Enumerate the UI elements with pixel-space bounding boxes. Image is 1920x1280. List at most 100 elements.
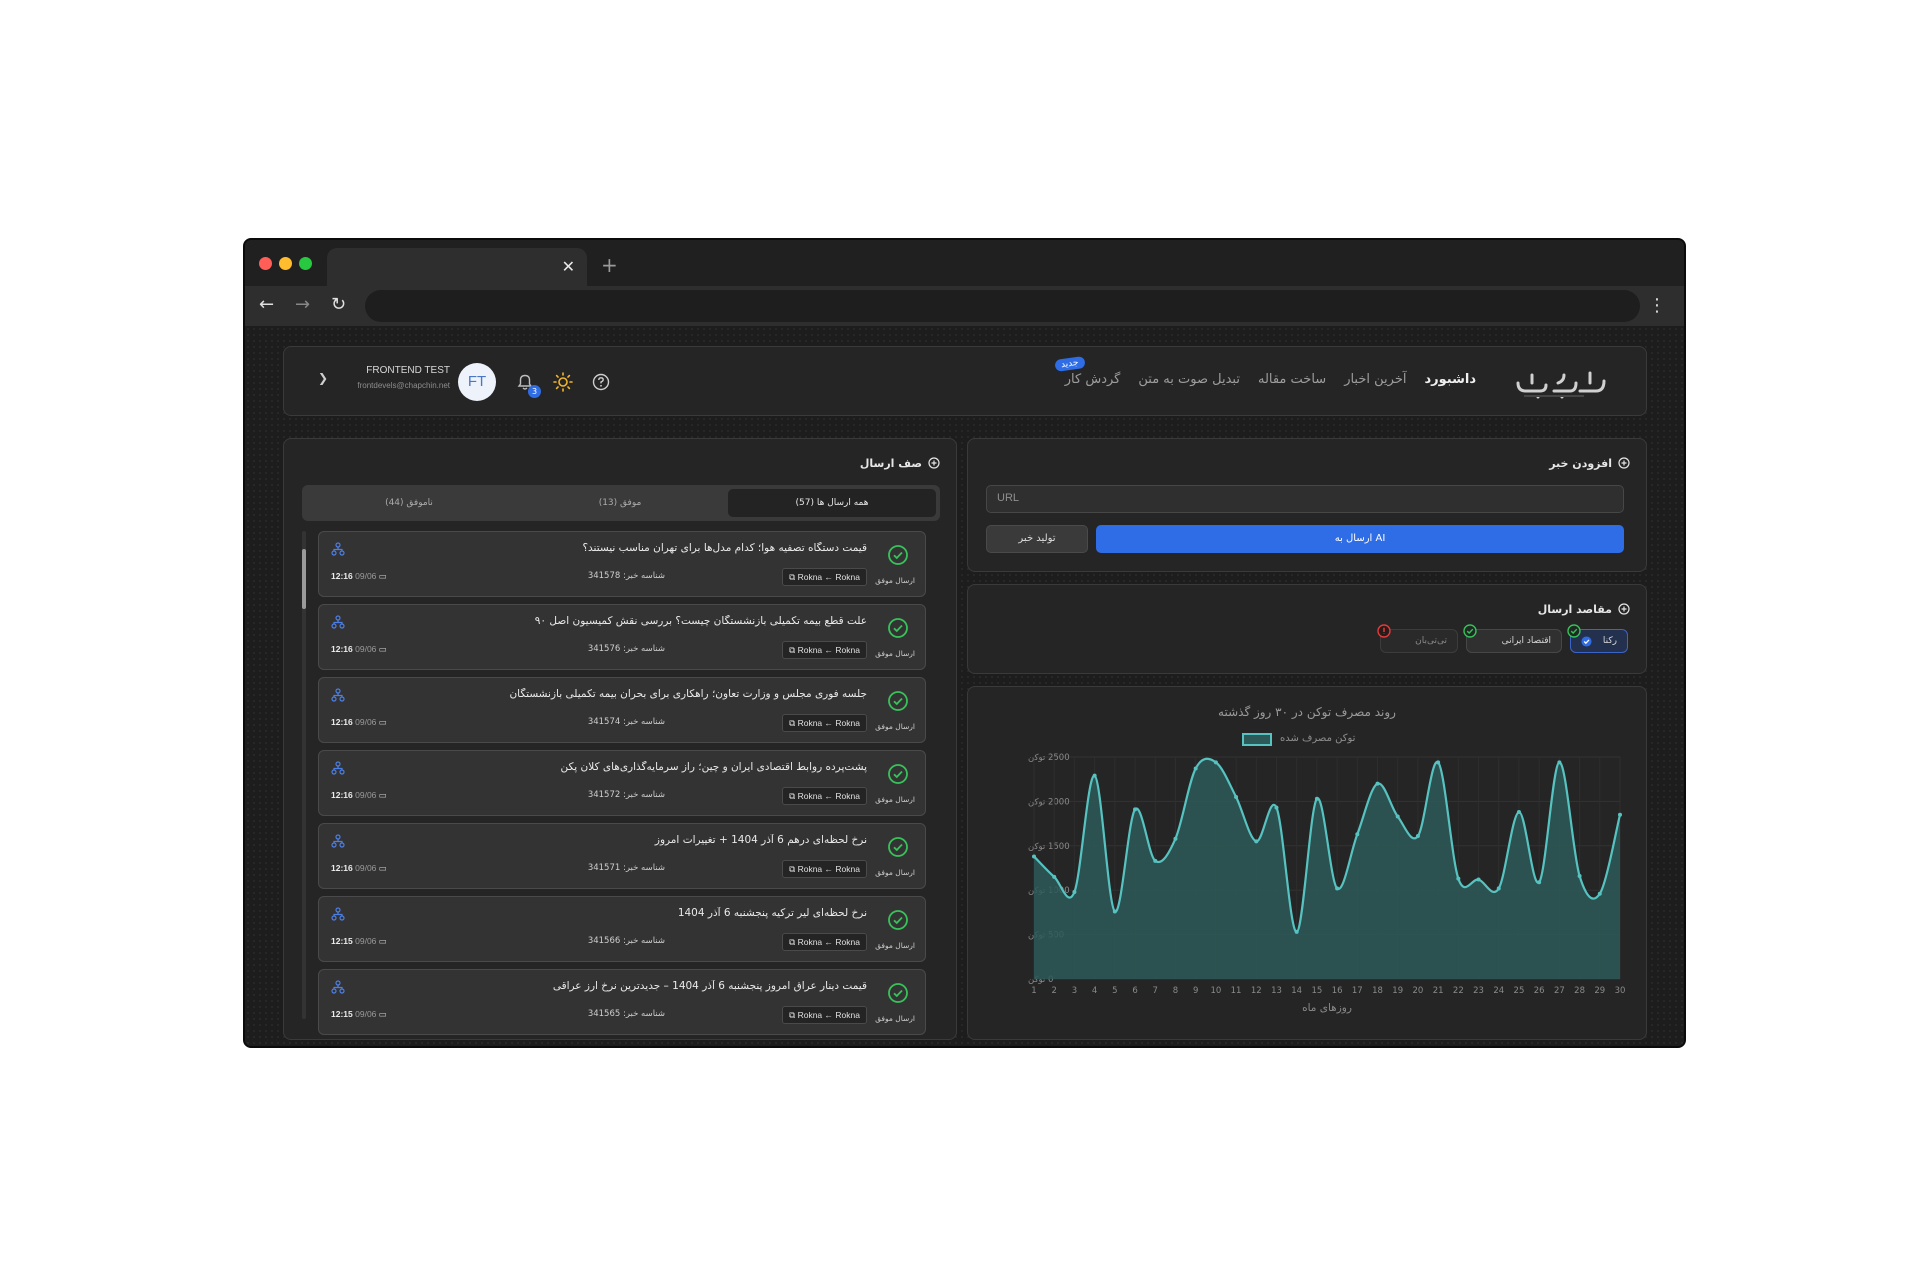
send-time: 12:16 09/06 ▭ (331, 790, 387, 801)
calendar-icon: ▭ (378, 863, 387, 873)
x-tick-label: 6 (1132, 986, 1137, 996)
scrollbar-thumb[interactable] (302, 549, 306, 609)
chapchin-logo[interactable] (1510, 361, 1610, 401)
data-point (1537, 880, 1542, 885)
route-badge[interactable]: ⧉ Rokna ← Rokna (782, 1006, 867, 1024)
close-icon[interactable]: ✕ (562, 257, 575, 276)
share-tree-icon[interactable] (331, 761, 345, 775)
close-window-dot[interactable] (259, 257, 272, 270)
generate-news-button[interactable]: تولید خبر (986, 525, 1088, 553)
token-usage-chart: 0 توکن500 توکن1000 توکن1500 توکن2000 توک… (1028, 753, 1625, 1014)
nav-dashboard[interactable]: داشبورد (1424, 372, 1476, 387)
tab-success[interactable]: موفق (13) (516, 489, 724, 517)
time-value: 12:16 (331, 717, 353, 727)
status-label: ارسال موفق (875, 722, 915, 731)
route-badge[interactable]: ⧉ Rokna ← Rokna (782, 860, 867, 878)
back-icon[interactable]: ← (259, 294, 274, 315)
x-tick-label: 18 (1372, 986, 1383, 996)
send-time: 12:16 09/06 ▭ (331, 717, 387, 728)
queue-item[interactable]: ارسال موفق قیمت دینار عراق امروز پنجشنبه… (318, 969, 926, 1035)
send-time: 12:15 09/06 ▭ (331, 936, 387, 947)
share-tree-icon[interactable] (331, 542, 345, 556)
success-check-icon (888, 691, 908, 711)
data-point (1618, 812, 1622, 817)
address-bar[interactable] (365, 290, 1640, 322)
queue-item[interactable]: ارسال موفق نرخ لحظه‌ای درهم 6 آذر 1404 +… (318, 823, 926, 889)
share-tree-icon[interactable] (331, 688, 345, 702)
data-point (1092, 773, 1097, 778)
x-tick-label: 2 (1051, 986, 1056, 996)
status-label: ارسال موفق (875, 1014, 915, 1023)
url-input[interactable]: URL (986, 485, 1624, 513)
nav-latest-news[interactable]: آخرین اخبار (1344, 372, 1406, 387)
status-label: ارسال موفق (875, 868, 915, 877)
x-tick-label: 16 (1332, 986, 1343, 996)
user-email: frontdevels@chapchin.net (357, 381, 450, 390)
data-point (1415, 834, 1420, 839)
destination-eghtesad-irani[interactable]: اقتصاد ایرانی (1463, 624, 1562, 653)
nav-workflow-label: گردش کار (1064, 372, 1121, 387)
success-check-icon (888, 837, 908, 857)
queue-item[interactable]: ارسال موفق نرخ لحظه‌ای لیر ترکیه پنجشنبه… (318, 896, 926, 962)
news-title: نرخ لحظه‌ای درهم 6 آذر 1404 + تغییرات ام… (654, 834, 867, 846)
queue-item[interactable]: ارسال موفق قیمت دستگاه تصفیه هوا؛ کدام م… (318, 531, 926, 597)
destination-name: Rokna (797, 864, 823, 874)
share-tree-icon[interactable] (331, 907, 345, 921)
send-to-ai-button[interactable]: ارسال به AI (1096, 525, 1624, 553)
queue-item[interactable]: ارسال موفق علت قطع بیمه تکمیلی بازنشستگا… (318, 604, 926, 670)
nav-workflow[interactable]: گردش کار جدید (1054, 356, 1121, 387)
queue-item[interactable]: ارسال موفق پشت‌پرده روابط اقتصادی ایران … (318, 750, 926, 816)
destination-name: Rokna (797, 1010, 823, 1020)
maximize-window-dot[interactable] (299, 257, 312, 270)
external-link-icon: ⧉ (789, 1010, 796, 1020)
minimize-window-dot[interactable] (279, 257, 292, 270)
nav-create-article[interactable]: ساخت مقاله (1258, 372, 1326, 387)
destination-titiban[interactable]: تی‌تی‌بان (1377, 624, 1458, 653)
sun-icon[interactable] (552, 371, 574, 393)
data-point (1557, 760, 1562, 765)
nav-speech-to-text[interactable]: تبدیل صوت به متن (1138, 372, 1240, 387)
external-link-icon: ⧉ (789, 718, 796, 728)
share-tree-icon[interactable] (331, 980, 345, 994)
reload-icon[interactable]: ↻ (331, 294, 346, 315)
avatar[interactable]: FT (458, 363, 496, 401)
route-badge[interactable]: ⧉ Rokna ← Rokna (782, 641, 867, 659)
new-tab-icon[interactable]: + (601, 253, 618, 277)
queue-title: صف ارسال (859, 457, 922, 470)
data-point (1436, 760, 1441, 765)
forward-icon[interactable]: → (295, 294, 310, 315)
top-header: داشبورد آخرین اخبار ساخت مقاله تبدیل صوت… (283, 346, 1647, 416)
route-badge[interactable]: ⧉ Rokna ← Rokna (782, 714, 867, 732)
share-tree-icon[interactable] (331, 834, 345, 848)
success-check-icon (888, 910, 908, 930)
tab-failed[interactable]: ناموفق (44) (306, 489, 512, 517)
add-news-title: افزودن خبر (1549, 457, 1612, 470)
queue-item[interactable]: ارسال موفق جلسه فوری مجلس و وزارت تعاون؛… (318, 677, 926, 743)
browser-tab[interactable]: ✕ (327, 248, 587, 286)
source-name: Rokna (835, 1010, 860, 1020)
x-tick-label: 17 (1352, 986, 1363, 996)
status-label: ارسال موفق (875, 795, 915, 804)
data-point (1375, 781, 1380, 786)
data-point (1032, 854, 1036, 859)
share-tree-icon[interactable] (331, 615, 345, 629)
x-tick-label: 27 (1554, 986, 1565, 996)
destination-rokna[interactable]: رکنا (1567, 624, 1628, 653)
tab-all[interactable]: همه ارسال ها (57) (728, 489, 936, 517)
x-tick-label: 20 (1413, 986, 1424, 996)
news-title: قیمت دینار عراق امروز پنجشنبه 6 آذر 1404… (552, 980, 867, 992)
data-point (1516, 810, 1521, 815)
data-point (1234, 794, 1239, 799)
more-vertical-icon[interactable]: ⋮ (1648, 295, 1666, 316)
route-badge[interactable]: ⧉ Rokna ← Rokna (782, 933, 867, 951)
date-value: 09/06 (355, 644, 377, 654)
route-badge[interactable]: ⧉ Rokna ← Rokna (782, 787, 867, 805)
help-icon[interactable] (590, 371, 612, 393)
x-tick-label: 24 (1493, 986, 1504, 996)
news-id-value: 341578 (587, 571, 621, 581)
route-badge[interactable]: ⧉ Rokna ← Rokna (782, 568, 867, 586)
data-point (1112, 909, 1117, 914)
arrow-left-icon: ← (824, 864, 834, 874)
source-name: Rokna (835, 791, 860, 801)
chevron-down-icon[interactable]: ❯ (318, 371, 328, 385)
